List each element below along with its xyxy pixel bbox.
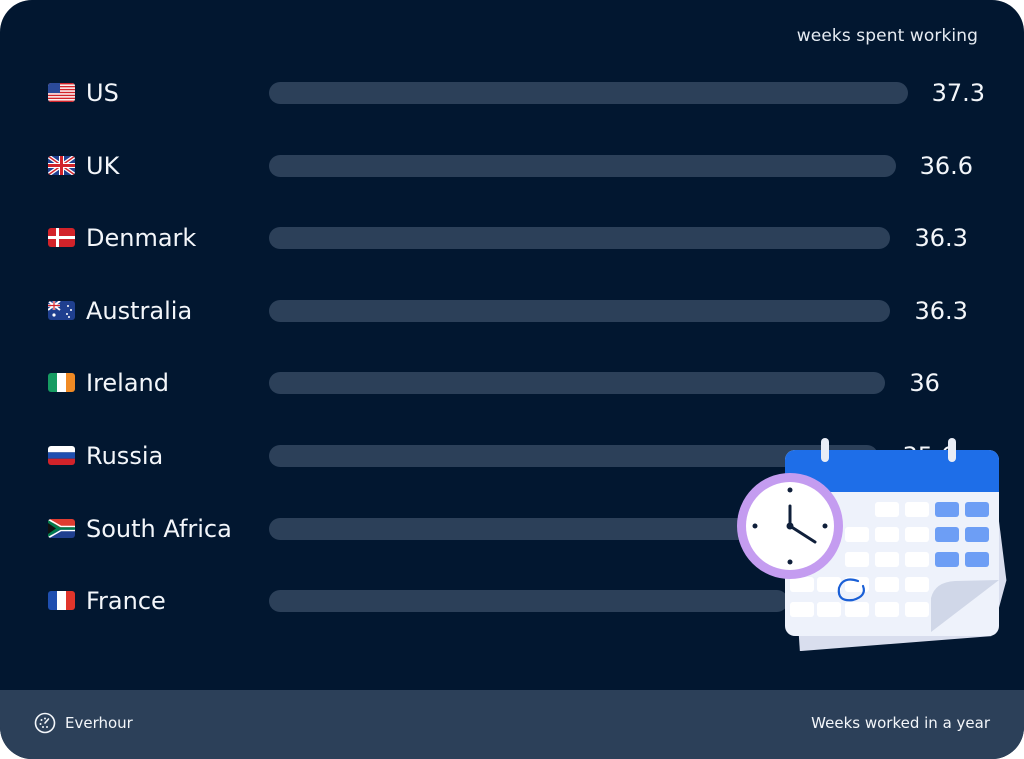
chart-caption: Weeks worked in a year bbox=[811, 714, 990, 732]
us-flag-icon bbox=[48, 83, 75, 102]
data-label: 36.6 bbox=[919, 151, 974, 180]
value-axis-label: weeks spent working bbox=[796, 26, 978, 46]
calendar-clock-illustration bbox=[737, 438, 1007, 651]
uk-flag-icon bbox=[48, 155, 75, 175]
data-label: 36 bbox=[909, 369, 940, 398]
bar bbox=[269, 590, 788, 613]
category-label: France bbox=[86, 587, 166, 616]
category-label: Ireland bbox=[86, 369, 170, 398]
bar-row: Ireland 36 bbox=[0, 363, 1024, 403]
data-label: 36.3 bbox=[914, 224, 968, 253]
brand: Everhour bbox=[34, 712, 133, 734]
australia-flag-icon bbox=[48, 300, 75, 320]
bar bbox=[269, 82, 908, 104]
bar-row: US 37.3 bbox=[0, 73, 1024, 113]
category-label: Australia bbox=[86, 296, 193, 325]
everhour-logo-icon bbox=[34, 712, 56, 734]
brand-name: Everhour bbox=[65, 714, 133, 732]
france-flag-icon bbox=[48, 591, 75, 611]
bar-row: Australia 36.3 bbox=[0, 291, 1024, 331]
russia-flag-icon bbox=[48, 446, 75, 465]
chart-card: weeks spent working US 37.3 UK 36.6 Denmark 3… bbox=[0, 0, 1024, 759]
bar-row: UK 36.6 bbox=[0, 146, 1024, 186]
data-label: 36.3 bbox=[914, 296, 968, 325]
category-label: US bbox=[86, 79, 119, 107]
footer: Everhour Weeks worked in a year bbox=[0, 690, 1024, 759]
ireland-flag-icon bbox=[48, 373, 75, 393]
category-label: Denmark bbox=[86, 224, 197, 253]
south-africa-flag-icon bbox=[48, 518, 75, 538]
bar bbox=[269, 299, 891, 322]
category-label: UK bbox=[86, 151, 120, 180]
bar bbox=[269, 372, 886, 395]
bar-row: Denmark 36.3 bbox=[0, 218, 1024, 258]
bar bbox=[269, 154, 896, 177]
denmark-flag-icon bbox=[48, 228, 75, 248]
bar bbox=[269, 227, 891, 250]
category-label: South Africa bbox=[86, 514, 232, 543]
data-label: 37.3 bbox=[931, 79, 985, 107]
category-label: Russia bbox=[86, 442, 164, 470]
